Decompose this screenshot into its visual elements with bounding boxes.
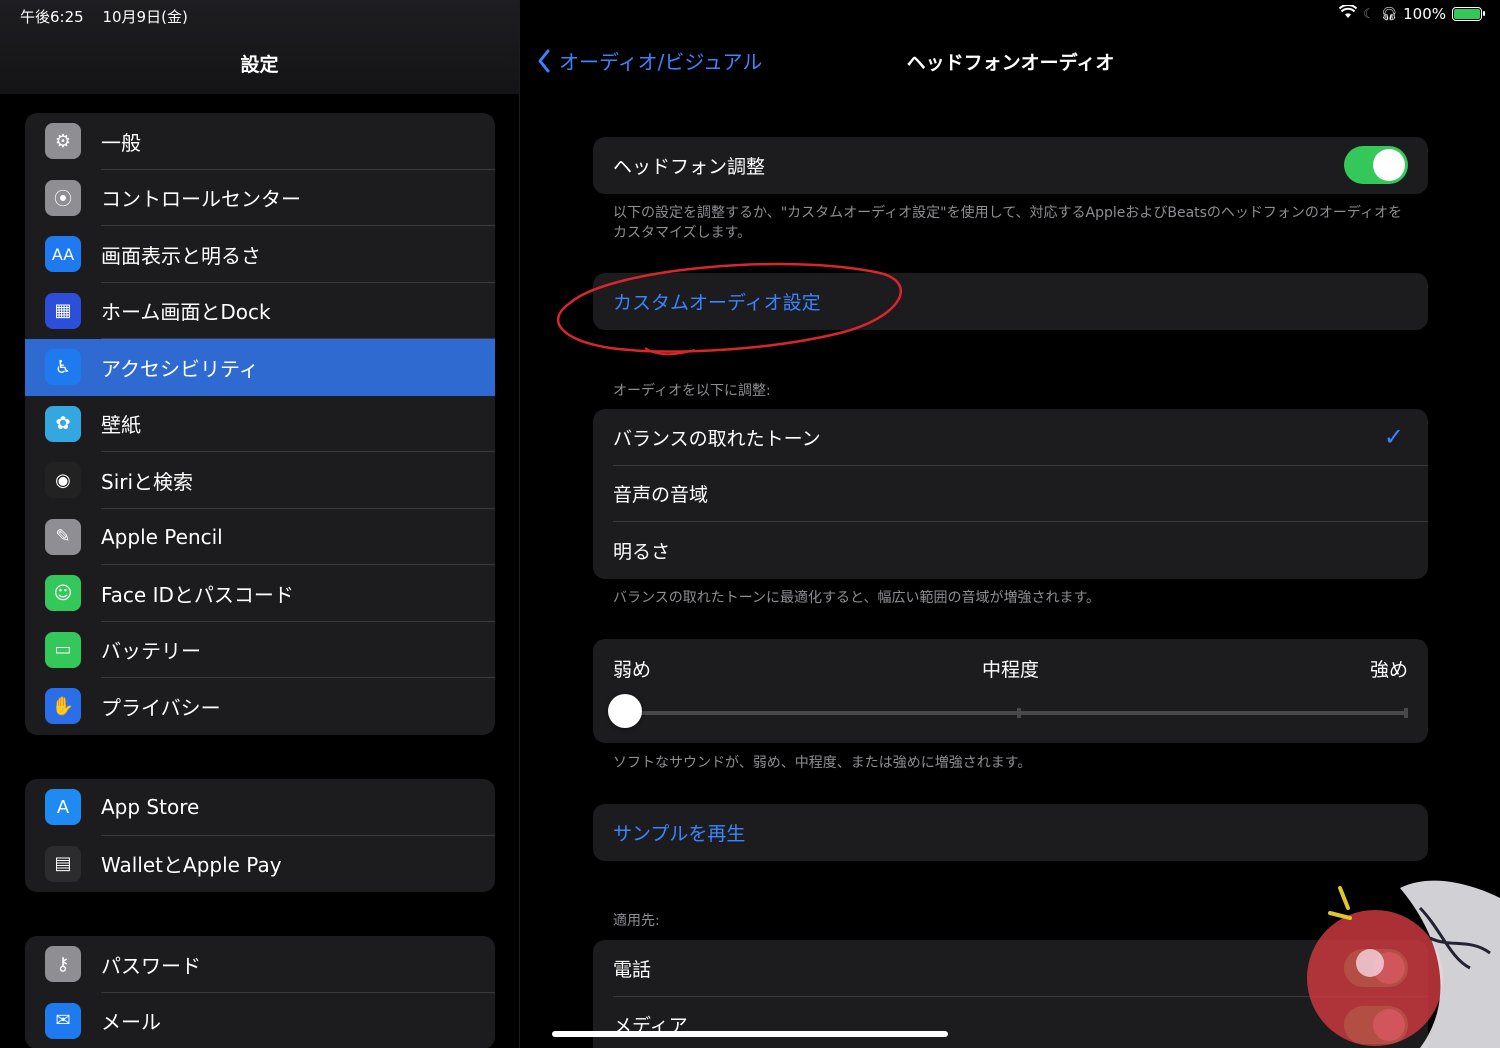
settings-group-accounts: ⚷ パスワード ✉ メール bbox=[25, 936, 495, 1048]
sidebar-item-label: アクセシビリティ bbox=[101, 356, 259, 381]
sidebar-item-face-id[interactable]: ☺ Face IDとパスコード bbox=[25, 565, 495, 622]
headphone-adjust-card: ヘッドフォン調整 bbox=[593, 137, 1428, 194]
sidebar-item-label: 一般 bbox=[101, 130, 141, 155]
apply-header: 適用先: bbox=[613, 913, 660, 929]
sidebar-item-accessibility[interactable]: ♿ アクセシビリティ bbox=[25, 339, 495, 396]
status-date: 10月9日(金) bbox=[102, 8, 188, 26]
sidebar-item-label: プライバシー bbox=[101, 695, 221, 720]
sidebar-item-app-store[interactable]: A App Store bbox=[25, 779, 495, 836]
checkmark-icon: ✓ bbox=[1383, 423, 1404, 452]
pencil-icon: ✎ bbox=[45, 518, 81, 555]
sidebar-item-label: メール bbox=[101, 1010, 161, 1035]
home-indicator[interactable] bbox=[552, 1031, 948, 1037]
sidebar-item-flower[interactable]: ✿ 壁紙 bbox=[25, 396, 495, 453]
slider-note: ソフトなサウンドが、弱め、中程度、または強めに増強されます。 bbox=[613, 755, 1032, 771]
sidebar-item-switches[interactable]: ⦿ コントロールセンター bbox=[25, 170, 495, 227]
slider-tick bbox=[1404, 708, 1408, 718]
sidebar-item-wallet[interactable]: ▤ WalletとApple Pay bbox=[25, 836, 495, 893]
sidebar-item-mail[interactable]: ✉ メール bbox=[25, 993, 495, 1048]
tune-option-brightness[interactable]: 明るさ bbox=[593, 522, 1428, 579]
face-id-icon: ☺ bbox=[45, 575, 81, 612]
sidebar-item-label: Siriと検索 bbox=[101, 469, 194, 494]
battery-icon: ▭ bbox=[45, 631, 81, 668]
app-store-icon: A bbox=[45, 789, 81, 826]
red-circle-annotation bbox=[557, 262, 902, 356]
tune-option-label: 音声の音域 bbox=[613, 484, 709, 507]
headphone-adjust-toggle[interactable] bbox=[1344, 146, 1408, 184]
sidebar-item-label: バッテリー bbox=[101, 639, 201, 664]
sidebar-item-label: 壁紙 bbox=[101, 413, 141, 438]
sidebar-item-label: パスワード bbox=[101, 953, 201, 978]
wallet-icon: ▤ bbox=[45, 845, 81, 882]
sidebar: 設定 ⚙ 一般 ⦿ コントロールセンター AA 画面表示と明るさ ▦ ホーム画面とDock ♿ ア… bbox=[0, 0, 520, 1048]
headphone-adjust-row: ヘッドフォン調整 bbox=[593, 137, 1428, 194]
sidebar-item-label: Face IDとパスコード bbox=[101, 582, 294, 607]
hand-icon: ✋ bbox=[45, 688, 81, 725]
battery-icon bbox=[1452, 7, 1485, 21]
headphones-icon: 🎧︎ bbox=[1380, 6, 1398, 22]
sidebar-item-label: ホーム画面とDock bbox=[101, 300, 271, 325]
headphone-note: 以下の設定を調整するか、"カスタムオーディオ設定"を使用して、対応するApple… bbox=[613, 205, 1402, 241]
slider-thumb[interactable] bbox=[608, 694, 642, 728]
switches-icon: ⦿ bbox=[45, 179, 81, 216]
sidebar-item-label: WalletとApple Pay bbox=[101, 853, 282, 878]
tune-option-label: 明るさ bbox=[613, 540, 671, 563]
sidebar-item-label: コントロールセンター bbox=[101, 187, 301, 212]
wifi-icon bbox=[1338, 4, 1358, 23]
tune-option-vocal[interactable]: 音声の音域 bbox=[593, 466, 1428, 523]
tune-header: オーディオを以下に調整: bbox=[613, 383, 771, 399]
text-size-icon: AA bbox=[45, 236, 81, 273]
headphone-adjust-label: ヘッドフォン調整 bbox=[613, 155, 766, 178]
battery-percent: 100% bbox=[1403, 5, 1446, 23]
flower-icon: ✿ bbox=[45, 405, 81, 442]
slider-mid-label: 中程度 bbox=[981, 659, 1039, 681]
status-bar-right: ☾ 🎧︎ 100% bbox=[1338, 4, 1485, 23]
mail-icon: ✉ bbox=[45, 1002, 81, 1039]
sidebar-item-battery[interactable]: ▭ バッテリー bbox=[25, 622, 495, 679]
sidebar-item-siri[interactable]: ◉ Siriと検索 bbox=[25, 452, 495, 509]
decorative-sticker bbox=[1307, 880, 1500, 1048]
sidebar-item-hand[interactable]: ✋ プライバシー bbox=[25, 678, 495, 735]
slider-track[interactable] bbox=[625, 708, 1408, 718]
boost-slider-card: 弱め 中程度 強め bbox=[593, 639, 1428, 743]
sidebar-item-pencil[interactable]: ✎ Apple Pencil bbox=[25, 509, 495, 566]
play-sample-button[interactable]: サンプルを再生 bbox=[593, 804, 1428, 861]
tune-options-card: バランスの取れたトーン ✓ 音声の音域 明るさ bbox=[593, 409, 1428, 579]
sidebar-title: 設定 bbox=[240, 54, 279, 76]
status-bar-left: 午後6:25 10月9日(金) bbox=[20, 6, 202, 27]
tune-note: バランスの取れたトーンに最適化すると、幅広い範囲の音域が増強されます。 bbox=[613, 590, 1101, 606]
slider-min-label: 弱め bbox=[613, 659, 652, 681]
moon-icon: ☾ bbox=[1362, 6, 1375, 22]
tune-option-balanced[interactable]: バランスの取れたトーン ✓ bbox=[593, 409, 1428, 466]
status-time: 午後6:25 bbox=[20, 8, 84, 26]
apply-phone-label: 電話 bbox=[613, 958, 652, 981]
gear-icon: ⚙ bbox=[45, 123, 81, 160]
grid-icon: ▦ bbox=[45, 292, 81, 329]
accessibility-icon: ♿ bbox=[45, 349, 81, 386]
slider-labels: 弱め 中程度 強め bbox=[613, 655, 1408, 682]
sidebar-item-key[interactable]: ⚷ パスワード bbox=[25, 936, 495, 993]
slider-max-label: 強め bbox=[1369, 659, 1408, 681]
sidebar-item-label: App Store bbox=[101, 795, 200, 820]
page-title: ヘッドフォンオーディオ bbox=[906, 52, 1115, 74]
siri-icon: ◉ bbox=[45, 462, 81, 499]
sidebar-item-label: Apple Pencil bbox=[101, 524, 223, 549]
sidebar-item-text-size[interactable]: AA 画面表示と明るさ bbox=[25, 226, 495, 283]
settings-group-store: A App Store ▤ WalletとApple Pay bbox=[25, 779, 495, 892]
settings-group-main: ⚙ 一般 ⦿ コントロールセンター AA 画面表示と明るさ ▦ ホーム画面とDock ♿ アクセシ… bbox=[25, 113, 495, 735]
sidebar-item-label: 画面表示と明るさ bbox=[101, 243, 261, 268]
tune-option-label: バランスの取れたトーン bbox=[613, 427, 821, 450]
play-sample-card: サンプルを再生 bbox=[593, 804, 1428, 861]
key-icon: ⚷ bbox=[45, 946, 81, 983]
sidebar-item-gear[interactable]: ⚙ 一般 bbox=[25, 113, 495, 170]
sidebar-item-grid[interactable]: ▦ ホーム画面とDock bbox=[25, 283, 495, 340]
slider-tick bbox=[1016, 708, 1021, 718]
